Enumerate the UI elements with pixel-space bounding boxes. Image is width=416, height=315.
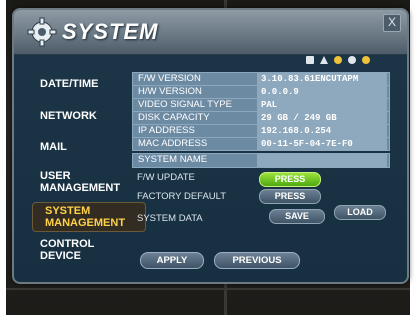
title-bar: SYSTEM X [14, 10, 407, 55]
info-row: H/W VERSION 0.0.0.9 [132, 85, 390, 99]
info-label: SYSTEM NAME [138, 154, 208, 165]
info-label: MAC ADDRESS [138, 138, 208, 149]
info-label: F/W VERSION [138, 73, 201, 84]
fw-update-button[interactable]: PRESS [259, 172, 321, 187]
info-value: 192.168.0.254 [257, 125, 387, 137]
info-value: 29 GB / 249 GB [257, 112, 387, 124]
gear-icon [27, 17, 57, 47]
system-name-input[interactable] [257, 154, 387, 167]
info-row: VIDEO SIGNAL TYPE PAL [132, 98, 390, 112]
info-row: IP ADDRESS 192.168.0.254 [132, 124, 390, 138]
info-row: F/W VERSION 3.10.83.61ENCUTAPM [132, 72, 390, 86]
reflection [86, 285, 346, 299]
load-button[interactable]: LOAD [334, 205, 386, 220]
system-name-row: SYSTEM NAME [132, 153, 390, 168]
info-row: MAC ADDRESS 00-11-5F-04-7E-F0 [132, 137, 390, 151]
nav-item-system-management[interactable]: SYSTEM MANAGEMENT [32, 202, 146, 232]
star-icon [348, 56, 356, 64]
dot-icon [362, 56, 370, 64]
info-value: 00-11-5F-04-7E-F0 [257, 138, 387, 150]
nav-item-user-management[interactable]: USER MANAGEMENT [40, 170, 120, 194]
close-button[interactable]: X [383, 14, 401, 32]
system-dialog: SYSTEM X DATE/TIME NETWORK MAIL USER MAN… [12, 8, 409, 284]
info-label: IP ADDRESS [138, 125, 195, 136]
info-value: PAL [257, 99, 387, 111]
nav-item-control-device[interactable]: CONTROL DEVICE [40, 238, 94, 262]
nav-item-date-time[interactable]: DATE/TIME [40, 78, 98, 90]
info-value: 3.10.83.61ENCUTAPM [257, 73, 387, 85]
nav-item-mail[interactable]: MAIL [40, 141, 67, 153]
previous-button[interactable]: PREVIOUS [214, 252, 300, 269]
info-row: DISK CAPACITY 29 GB / 249 GB [132, 111, 390, 125]
lock-icon [306, 56, 314, 64]
circle-icon [334, 56, 342, 64]
info-label: H/W VERSION [138, 86, 202, 97]
factory-default-label: FACTORY DEFAULT [137, 191, 227, 202]
system-data-label: SYSTEM DATA [137, 213, 203, 224]
apply-button[interactable]: APPLY [140, 252, 204, 269]
factory-default-button[interactable]: PRESS [259, 189, 321, 204]
nav-item-network[interactable]: NETWORK [40, 110, 97, 122]
info-label: VIDEO SIGNAL TYPE [138, 99, 232, 110]
info-value: 0.0.0.9 [257, 86, 387, 98]
info-label: DISK CAPACITY [138, 112, 210, 123]
fw-update-label: F/W UPDATE [137, 172, 195, 183]
triangle-icon [320, 56, 328, 64]
window-title: SYSTEM [62, 19, 159, 44]
status-icon-strip [306, 56, 370, 68]
save-button[interactable]: SAVE [269, 209, 325, 224]
